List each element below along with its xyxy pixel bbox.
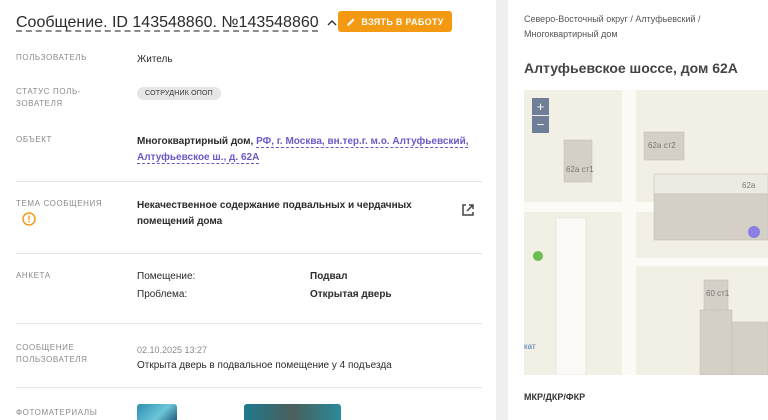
topic-line-2: помещений дома (137, 216, 223, 227)
photos-label: Фотоматериалы (16, 408, 98, 417)
survey-label: Анкета (16, 271, 51, 280)
map-poi-label: кат (524, 342, 536, 351)
address-title: Алтуфьевское шоссе, дом 62А (524, 60, 738, 76)
status-chip: Сотрудник ОПОП (137, 87, 221, 100)
object-address-link-1[interactable]: РФ, г. Москва, вн.тер.г. м.о. Алтуфьевск… (256, 136, 468, 147)
divider (16, 323, 482, 324)
photo-thumbnail[interactable] (244, 404, 341, 420)
breadcrumb: Северо-Восточный округ / Алтуфьевский / … (524, 12, 756, 42)
user-message-value: 02.10.2025 13:27 Открыта дверь в подваль… (137, 342, 392, 374)
user-status-label-line-1: Статус поль- (16, 87, 82, 96)
message-date: 02.10.2025 13:27 (137, 345, 208, 355)
map-label: 60 ст1 (706, 289, 730, 298)
topic-label: Тема сообщения (16, 199, 103, 208)
pencil-icon (347, 18, 355, 26)
take-to-work-label: Взять в работу (361, 16, 444, 27)
user-message-label-line-2: пользователя (16, 355, 88, 364)
divider (16, 253, 482, 254)
breadcrumb-line-2: Многоквартирный дом (524, 29, 618, 39)
message-header: Сообщение. ID 143548860. №143548860 (16, 10, 339, 36)
user-message-label: Сообщение пользователя (16, 342, 116, 366)
object-type: Многоквартирный дом, (137, 136, 254, 147)
message-text: Открыта дверь в подвальное помещение у 4… (137, 360, 392, 371)
divider (16, 387, 482, 388)
user-status-row: Статус поль- зователя Сотрудник ОПОП (16, 86, 482, 112)
user-message-label-line-1: Сообщение (16, 343, 75, 352)
take-to-work-button[interactable]: Взять в работу (338, 11, 452, 32)
object-value: Многоквартирный дом, РФ, г. Москва, вн.т… (137, 134, 469, 166)
panel-divider (496, 0, 508, 420)
user-row: Пользователь Житель (16, 52, 482, 68)
warning-icon (22, 212, 36, 226)
object-address-link-2[interactable]: Алтуфьевское ш., д. 62А (137, 152, 259, 163)
object-label: Объект (16, 135, 53, 144)
map-canvas: 62а ст1 62а ст2 62а 60 ст1 кат (524, 90, 768, 375)
survey-question: Помещение: (137, 271, 196, 282)
survey-row: Анкета Помещение: Подвал Проблема: Откры… (16, 270, 482, 310)
topic-value: Некачественное содержание подвальных и ч… (137, 198, 412, 230)
photo-thumbnail[interactable] (137, 404, 177, 420)
map-label: 62а ст2 (648, 141, 676, 150)
survey-answer: Открытая дверь (310, 289, 392, 300)
user-status-label-line-2: зователя (16, 99, 63, 108)
user-status-label: Статус поль- зователя (16, 86, 116, 110)
map-label: 62а ст1 (566, 165, 594, 174)
chevron-up-icon[interactable] (325, 16, 339, 30)
open-external-icon[interactable] (460, 202, 476, 218)
zoom-in-button[interactable]: + (532, 98, 549, 115)
divider (16, 181, 482, 182)
map[interactable]: 62а ст1 62а ст2 62а 60 ст1 кат + − (524, 90, 768, 375)
survey-question: Проблема: (137, 289, 188, 300)
topic-line-1: Некачественное содержание подвальных и ч… (137, 200, 412, 211)
location-panel: Северо-Восточный округ / Алтуфьевский / … (508, 0, 768, 420)
user-message-row: Сообщение пользователя 02.10.2025 13:27 … (16, 342, 482, 374)
user-label: Пользователь (16, 53, 87, 62)
mkr-label: МКР/ДКР/ФКР (524, 392, 586, 402)
zoom-out-button[interactable]: − (532, 116, 549, 133)
topic-row: Тема сообщения Некачественное содержание… (16, 198, 482, 238)
message-title[interactable]: Сообщение. ID 143548860. №143548860 (16, 14, 319, 32)
map-label: 62а (742, 181, 756, 190)
breadcrumb-line-1: Северо-Восточный округ / Алтуфьевский / (524, 14, 701, 24)
object-row: Объект Многоквартирный дом, РФ, г. Москв… (16, 134, 482, 166)
message-panel: Сообщение. ID 143548860. №143548860 Взят… (0, 0, 496, 420)
survey-answer: Подвал (310, 271, 348, 282)
user-value: Житель (137, 54, 173, 65)
